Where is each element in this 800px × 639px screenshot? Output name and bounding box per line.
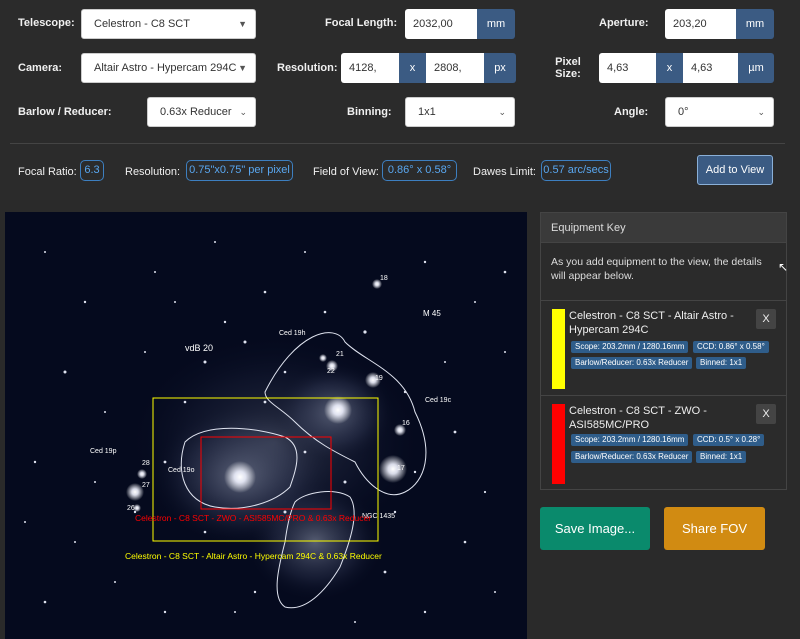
sky-label-5: 22	[327, 368, 335, 375]
sky-label-3: vdB 20	[185, 343, 213, 353]
resolution-unit: px	[484, 53, 516, 83]
binned-tag: Binned: 1x1	[696, 451, 747, 463]
barlow-tag: Barlow/Reducer: 0.63x Reducer	[571, 357, 693, 369]
equipment-entry: Celestron - C8 SCT - ZWO - ASI585MC/PRO …	[541, 396, 786, 491]
pixel-separator: x	[656, 53, 683, 83]
telescope-value: Celestron - C8 SCT	[94, 18, 190, 30]
resolution-x-input[interactable]: 4128,	[341, 53, 399, 83]
scope-tag: Scope: 203.2mm / 1280.16mm	[571, 434, 689, 446]
sky-label-8: 16	[402, 420, 410, 427]
equipment-entry: Celestron - C8 SCT - Altair Astro - Hype…	[541, 301, 786, 396]
resolution-badge: 0.75"x0.75" per pixel	[186, 160, 293, 181]
resolution-y-input[interactable]: 2808,	[426, 53, 484, 83]
sky-label-11: Ced 19p	[90, 448, 117, 455]
aperture-input[interactable]: 203,20	[665, 9, 736, 39]
sky-label-9: 28	[142, 460, 150, 467]
fov-red-label: Celestron - C8 SCT - ZWO - ASI585MC/PRO …	[135, 513, 371, 523]
binning-select[interactable]: 1x1 ⌄	[405, 97, 515, 127]
angle-value: 0°	[678, 106, 689, 118]
pixel-y-input[interactable]: 4,63	[683, 53, 738, 83]
caret-down-icon: ▼	[238, 19, 247, 29]
aperture-label: Aperture:	[599, 17, 649, 29]
sky-label-13: 17	[397, 465, 405, 472]
equipment-key-intro: As you add equipment to the view, the de…	[541, 243, 786, 301]
camera-value: Altair Astro - Hypercam 294C	[94, 62, 237, 74]
sky-label-1: M 45	[423, 309, 441, 318]
telescope-select[interactable]: Celestron - C8 SCT ▼	[81, 9, 256, 39]
camera-select[interactable]: Altair Astro - Hypercam 294C ▼	[81, 53, 256, 83]
sky-image: 18 M 45 Ced 19h vdB 20 21 22 19 Ced 19c …	[5, 212, 527, 639]
barlow-tag: Barlow/Reducer: 0.63x Reducer	[571, 451, 693, 463]
color-swatch	[552, 404, 565, 484]
focal-length-unit: mm	[477, 9, 515, 39]
ccd-tag: CCD: 0.86° x 0.58°	[693, 341, 769, 353]
angle-select[interactable]: 0° ⌄	[665, 97, 774, 127]
fov-yellow-label: Celestron - C8 SCT - Altair Astro - Hype…	[125, 551, 382, 561]
share-fov-button[interactable]: Share FOV	[664, 507, 765, 550]
pixel-unit: µm	[738, 53, 774, 83]
calculator-panel: Telescope: Celestron - C8 SCT ▼ Focal Le…	[0, 0, 800, 200]
telescope-label: Telescope:	[18, 17, 75, 29]
remove-equipment-button[interactable]: X	[756, 404, 776, 424]
resolution-stat-label: Resolution:	[125, 166, 181, 178]
chevron-down-icon: ⌄	[498, 107, 506, 117]
sky-label-4: 21	[336, 351, 344, 358]
barlow-value: 0.63x Reducer	[160, 106, 232, 118]
pixel-x-input[interactable]: 4,63	[599, 53, 656, 83]
equipment-title: Celestron - C8 SCT - ZWO - ASI585MC/PRO	[569, 405, 707, 431]
chevron-down-icon: ⌄	[757, 107, 765, 117]
equipment-key: Equipment Key As you add equipment to th…	[540, 212, 787, 490]
sky-label-14: 26	[127, 505, 135, 512]
mouse-cursor-icon: ↖	[778, 260, 789, 274]
aperture-unit: mm	[736, 9, 774, 39]
remove-equipment-button[interactable]: X	[756, 309, 776, 329]
caret-down-icon: ▼	[238, 63, 247, 73]
resolution-label: Resolution:	[277, 62, 338, 74]
dawes-label: Dawes Limit:	[473, 166, 536, 178]
sky-label-10: 27	[142, 482, 150, 489]
equipment-key-header: Equipment Key	[541, 213, 786, 243]
binning-label: Binning:	[347, 106, 392, 118]
sky-label-2: Ced 19h	[279, 330, 306, 337]
binning-value: 1x1	[418, 106, 436, 118]
ccd-tag: CCD: 0.5° x 0.28°	[693, 434, 765, 446]
sky-view[interactable]: 18 M 45 Ced 19h vdB 20 21 22 19 Ced 19c …	[5, 212, 527, 639]
chevron-down-icon: ⌄	[239, 107, 247, 117]
sky-label-6: 19	[375, 375, 383, 382]
sky-label-7: Ced 19c	[425, 397, 452, 404]
dawes-badge: 0.57 arc/secs	[541, 160, 611, 181]
save-image-button[interactable]: Save Image...	[540, 507, 650, 550]
fov-badge: 0.86° x 0.58°	[382, 160, 457, 181]
focal-length-input[interactable]: 2032,00	[405, 9, 477, 39]
color-swatch	[552, 309, 565, 389]
barlow-select[interactable]: 0.63x Reducer ⌄	[147, 97, 256, 127]
focal-ratio-label: Focal Ratio:	[18, 166, 77, 178]
scope-tag: Scope: 203.2mm / 1280.16mm	[571, 341, 689, 353]
barlow-label: Barlow / Reducer:	[18, 106, 112, 118]
equipment-title: Celestron - C8 SCT - Altair Astro - Hype…	[569, 310, 734, 336]
add-to-view-button[interactable]: Add to View	[697, 155, 773, 185]
panel-divider	[10, 143, 785, 144]
sky-label-0: 18	[380, 275, 388, 282]
resolution-separator: x	[399, 53, 426, 83]
focal-length-label: Focal Length:	[325, 17, 398, 29]
binned-tag: Binned: 1x1	[696, 357, 747, 369]
fov-label: Field of View:	[313, 166, 379, 178]
angle-label: Angle:	[614, 106, 649, 118]
camera-label: Camera:	[18, 62, 63, 74]
pixel-size-label: Pixel Size:	[555, 56, 581, 80]
focal-ratio-badge: 6.3	[80, 160, 104, 181]
sky-label-12: Ced 19o	[168, 467, 195, 474]
